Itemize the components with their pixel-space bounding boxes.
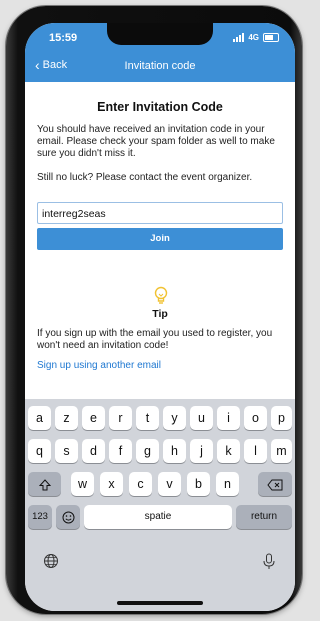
- key-g[interactable]: g: [136, 439, 159, 463]
- key-o[interactable]: o: [244, 406, 267, 430]
- status-time: 15:59: [49, 32, 78, 44]
- home-indicator: [117, 601, 203, 605]
- signup-link[interactable]: Sign up using another email: [37, 360, 161, 371]
- key-a[interactable]: a: [28, 406, 51, 430]
- key-m[interactable]: m: [271, 439, 292, 463]
- contact-text: Still no luck? Please contact the event …: [37, 171, 253, 183]
- key-i[interactable]: i: [217, 406, 240, 430]
- key-p[interactable]: p: [271, 406, 292, 430]
- key-b[interactable]: b: [187, 472, 210, 496]
- phone-frame: 15:59 4G ‹ Back Invitation code Enter In…: [6, 6, 302, 614]
- key-t[interactable]: t: [136, 406, 159, 430]
- key-h[interactable]: h: [163, 439, 186, 463]
- shift-key[interactable]: [28, 472, 61, 496]
- key-k[interactable]: k: [217, 439, 240, 463]
- join-button[interactable]: Join: [37, 227, 283, 250]
- key-y[interactable]: y: [163, 406, 186, 430]
- screen: 15:59 4G ‹ Back Invitation code Enter In…: [25, 23, 295, 611]
- key-u[interactable]: u: [190, 406, 213, 430]
- nav-bar: ‹ Back Invitation code: [25, 51, 295, 82]
- key-q[interactable]: q: [28, 439, 51, 463]
- lightbulb-icon: [154, 286, 168, 304]
- space-key[interactable]: spatie: [84, 505, 232, 529]
- keyboard: a z e r t y u i o p q s d f g h j k l m …: [25, 399, 295, 611]
- globe-icon[interactable]: [43, 553, 59, 569]
- invitation-code-input[interactable]: interreg2seas: [37, 201, 283, 224]
- key-n[interactable]: n: [216, 472, 239, 496]
- key-e[interactable]: e: [82, 406, 105, 430]
- key-w[interactable]: w: [71, 472, 94, 496]
- intro-text: You should have received an invitation c…: [37, 124, 275, 160]
- tip-label: Tip: [152, 308, 168, 320]
- battery-icon: [263, 33, 279, 42]
- heading: Enter Invitation Code: [97, 100, 223, 114]
- emoji-key[interactable]: [56, 505, 80, 529]
- key-j[interactable]: j: [190, 439, 213, 463]
- return-key[interactable]: return: [236, 505, 292, 529]
- signal-icon: [233, 33, 245, 42]
- network-label: 4G: [248, 33, 259, 42]
- shift-icon: [38, 478, 51, 491]
- key-s[interactable]: s: [55, 439, 78, 463]
- key-c[interactable]: c: [129, 472, 152, 496]
- key-x[interactable]: x: [100, 472, 123, 496]
- numbers-key[interactable]: 123: [28, 505, 52, 529]
- key-f[interactable]: f: [109, 439, 132, 463]
- page-title: Invitation code: [124, 60, 196, 72]
- emoji-icon: [62, 511, 74, 524]
- key-z[interactable]: z: [55, 406, 78, 430]
- key-d[interactable]: d: [82, 439, 105, 463]
- tip-text: If you sign up with the email you used t…: [37, 328, 273, 351]
- key-l[interactable]: l: [244, 439, 267, 463]
- key-v[interactable]: v: [158, 472, 181, 496]
- notch: [107, 23, 213, 45]
- main-content: Enter Invitation Code You should have re…: [25, 82, 295, 407]
- backspace-icon: [267, 479, 283, 491]
- backspace-key[interactable]: [258, 472, 292, 496]
- status-indicators: 4G: [233, 33, 279, 42]
- key-r[interactable]: r: [109, 406, 132, 430]
- microphone-icon[interactable]: [262, 553, 276, 570]
